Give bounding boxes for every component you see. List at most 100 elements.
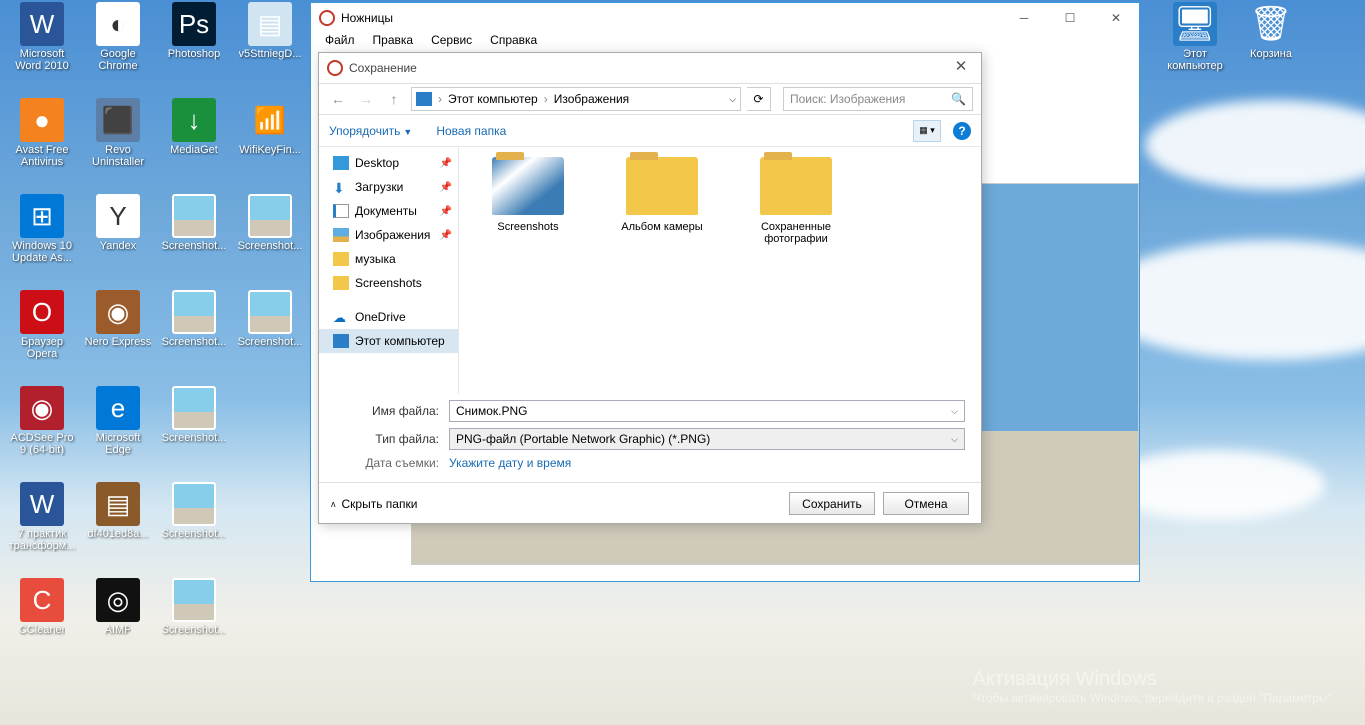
refresh-button[interactable]: ⟳	[747, 87, 771, 111]
desktop-icon[interactable]: Screenshot...	[158, 386, 230, 474]
address-bar[interactable]: › Этот компьютер › Изображения ⌵	[411, 87, 741, 111]
folder-label: Сохраненные фотографии	[741, 221, 851, 245]
folder-label: Screenshots	[473, 221, 583, 233]
desktop-icon[interactable]: PsPhotoshop	[158, 2, 230, 90]
desktop-icon[interactable]: ⬛Revo Uninstaller	[82, 98, 154, 186]
app-icon: ◉	[96, 290, 140, 334]
dialog-icon	[327, 60, 343, 76]
desktop-icon[interactable]: ◐Google Chrome	[82, 2, 154, 90]
desktop-icon-label: CCleaner	[19, 624, 65, 636]
forward-button[interactable]: →	[355, 88, 377, 110]
minimize-button[interactable]: ─	[1001, 3, 1047, 33]
folder-icon	[333, 334, 349, 348]
desktop-icon-label: Revo Uninstaller	[82, 144, 154, 168]
desktop-icon-label: 7 практик трансформ...	[6, 528, 78, 552]
folder-icon	[492, 157, 564, 215]
view-options-button[interactable]: ▦ ▾	[913, 120, 941, 142]
desktop-icon[interactable]: Screenshot...	[158, 482, 230, 570]
app-icon: ▤	[96, 482, 140, 526]
up-button[interactable]: ↑	[383, 88, 405, 110]
filename-input[interactable]: Снимок.PNG⌵	[449, 400, 965, 422]
desktop-icon[interactable]: 📶 WifiKeyFin...	[234, 98, 306, 186]
tree-node-label: Screenshots	[355, 276, 422, 290]
snipping-icon	[319, 10, 335, 26]
app-icon: 🖥	[1173, 2, 1217, 46]
dialog-close-button[interactable]: ✕	[947, 57, 975, 79]
desktop-icon[interactable]: Screenshot...	[234, 194, 306, 282]
folder-item[interactable]: Альбом камеры	[607, 157, 717, 384]
desktop-icon[interactable]: W7 практик трансформ...	[6, 482, 78, 570]
chevron-right-icon: ›	[544, 92, 548, 106]
desktop-icon-label: WifiKeyFin...	[239, 144, 301, 156]
desktop-icon[interactable]: Screenshot...	[158, 578, 230, 666]
tree-node[interactable]: Изображения📌	[319, 223, 458, 247]
tree-node-label: Загрузки	[355, 180, 403, 194]
save-button[interactable]: Сохранить	[789, 492, 875, 515]
tree-node[interactable]: музыка	[319, 247, 458, 271]
tree-node[interactable]: ☁OneDrive	[319, 305, 458, 329]
desktop-icon[interactable]: Screenshot...	[158, 194, 230, 282]
folder-item[interactable]: Screenshots	[473, 157, 583, 384]
desktop-icon[interactable]: Screenshot...	[158, 290, 230, 378]
chevron-up-icon: ʌ	[331, 499, 336, 509]
close-button[interactable]: ✕	[1093, 3, 1139, 33]
app-icon: O	[20, 290, 64, 334]
chevron-right-icon: ›	[438, 92, 442, 106]
new-folder-button[interactable]: Новая папка	[436, 124, 506, 138]
desktop-icon[interactable]: ◉ACDSee Pro 9 (64-bit)	[6, 386, 78, 474]
tree-node[interactable]: Документы📌	[319, 199, 458, 223]
desktop-icon[interactable]: ◉Nero Express	[82, 290, 154, 378]
desktop-icon[interactable]: ▤df401ed8a...	[82, 482, 154, 570]
desktop-icon-label: Корзина	[1250, 48, 1292, 60]
desktop-icon-label: Screenshot...	[238, 240, 303, 252]
folder-content: Screenshots Альбом камеры Сохраненные фото…	[459, 147, 981, 394]
desktop-icon[interactable]: ▤v5SttniegD...	[234, 2, 306, 90]
app-icon: ◎	[96, 578, 140, 622]
hide-folders-button[interactable]: ʌ Скрыть папки	[331, 497, 417, 511]
search-input[interactable]: Поиск: Изображения 🔍	[783, 87, 973, 111]
tree-node[interactable]: ⬇Загрузки📌	[319, 175, 458, 199]
desktop-icon[interactable]: YYandex	[82, 194, 154, 282]
folder-item[interactable]: Сохраненные фотографии	[741, 157, 851, 384]
tree-node-label: Документы	[355, 204, 417, 218]
desktop-icon[interactable]: WMicrosoft Word 2010	[6, 2, 78, 90]
tree-node-label: Этот компьютер	[355, 334, 445, 348]
folder-icon	[333, 204, 349, 218]
dialog-title: Сохранение	[349, 61, 417, 75]
desktop-icon[interactable]: eMicrosoft Edge	[82, 386, 154, 474]
desktop-icon-label: ACDSee Pro 9 (64-bit)	[6, 432, 78, 456]
desktop-icon[interactable]: CCCleaner	[6, 578, 78, 666]
desktop-icon[interactable]: ↓MediaGet	[158, 98, 230, 186]
path-root[interactable]: Этот компьютер	[448, 92, 538, 106]
app-icon	[172, 578, 216, 622]
desktop-icon-label: Screenshot...	[162, 240, 227, 252]
tree-node[interactable]: Desktop📌	[319, 151, 458, 175]
tree-node[interactable]: Screenshots	[319, 271, 458, 295]
organize-button[interactable]: Упорядочить▼	[329, 124, 412, 138]
folder-icon	[333, 228, 349, 242]
desktop-icon[interactable]: OБраузер Opera	[6, 290, 78, 378]
folder-icon: ☁	[333, 310, 349, 324]
path-current[interactable]: Изображения	[554, 92, 629, 106]
desktop-icon[interactable]: ◎ AIMP	[82, 578, 154, 666]
folder-icon	[333, 156, 349, 170]
desktop-icon-label: AIMP	[105, 624, 132, 636]
tree-node[interactable]: Этот компьютер	[319, 329, 458, 353]
back-button[interactable]: ←	[327, 88, 349, 110]
help-button[interactable]: ?	[953, 122, 971, 140]
desktop-icon[interactable]: 🗑Корзина	[1235, 2, 1307, 90]
filetype-select[interactable]: PNG-файл (Portable Network Graphic) (*.P…	[449, 428, 965, 450]
desktop-icon-label: v5SttniegD...	[239, 48, 302, 60]
desktop-icon-label: Microsoft Edge	[82, 432, 154, 456]
date-hint-link[interactable]: Укажите дату и время	[449, 456, 571, 470]
desktop-icon[interactable]: ⊞Windows 10 Update As...	[6, 194, 78, 282]
desktop-icon[interactable]: ●Avast Free Antivirus	[6, 98, 78, 186]
chevron-down-icon[interactable]: ⌵	[729, 94, 736, 105]
desktop-icon[interactable]: Screenshot...	[234, 290, 306, 378]
folder-label: Альбом камеры	[607, 221, 717, 233]
desktop-icon[interactable]: 🖥Этот компьютер	[1159, 2, 1231, 90]
app-icon: 📶	[248, 98, 292, 142]
cancel-button[interactable]: Отмена	[883, 492, 969, 515]
folder-icon	[333, 276, 349, 290]
maximize-button[interactable]: ☐	[1047, 3, 1093, 33]
